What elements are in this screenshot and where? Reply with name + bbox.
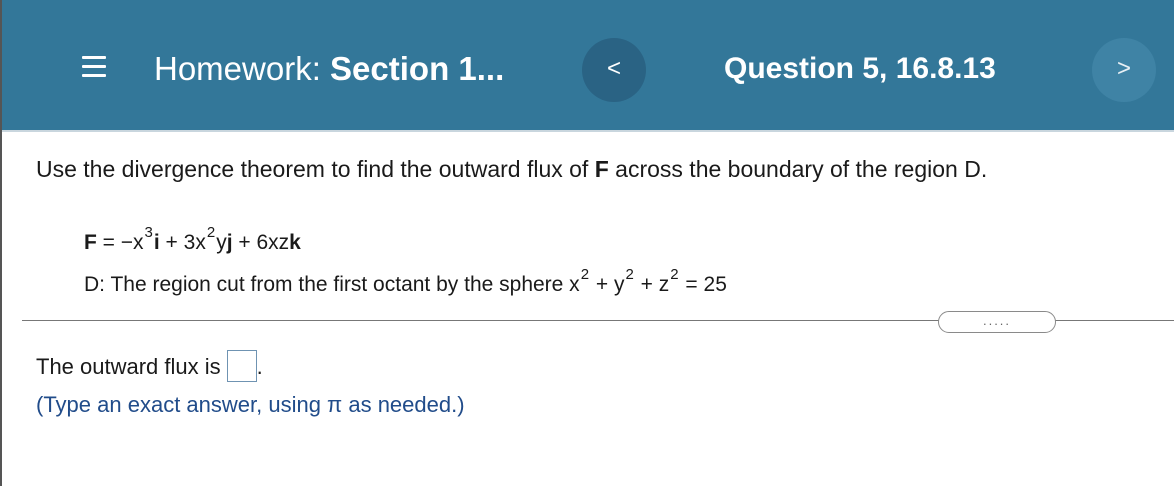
previous-question-button[interactable]: <: [582, 38, 646, 102]
chevron-right-icon: >: [1116, 55, 1131, 82]
answer-label: The outward flux is: [36, 353, 221, 379]
region-description: D: The region cut from the first octant …: [84, 266, 727, 296]
answer-suffix: .: [256, 353, 263, 379]
homework-section: Section 1...: [330, 50, 505, 87]
question-prompt: Use the divergence theorem to find the o…: [36, 156, 988, 182]
next-question-button[interactable]: >: [1092, 38, 1156, 102]
app-header: Homework: Section 1... < Question 5, 16.…: [2, 0, 1174, 132]
chevron-left-icon: <: [606, 55, 621, 82]
question-title: Question 5, 16.8.13: [724, 52, 996, 85]
homework-title[interactable]: Homework: Section 1...: [154, 50, 504, 88]
expand-more-button[interactable]: .....: [938, 311, 1056, 333]
answer-line: The outward flux is.: [36, 350, 263, 384]
answer-hint: (Type an exact answer, using π as needed…: [36, 392, 465, 417]
vector-field-formula: F = −x3i + 3x2yj + 6xzk: [84, 224, 301, 254]
answer-input[interactable]: [226, 350, 257, 382]
hamburger-menu-icon[interactable]: [82, 56, 106, 80]
homework-prefix: Homework:: [154, 50, 321, 87]
